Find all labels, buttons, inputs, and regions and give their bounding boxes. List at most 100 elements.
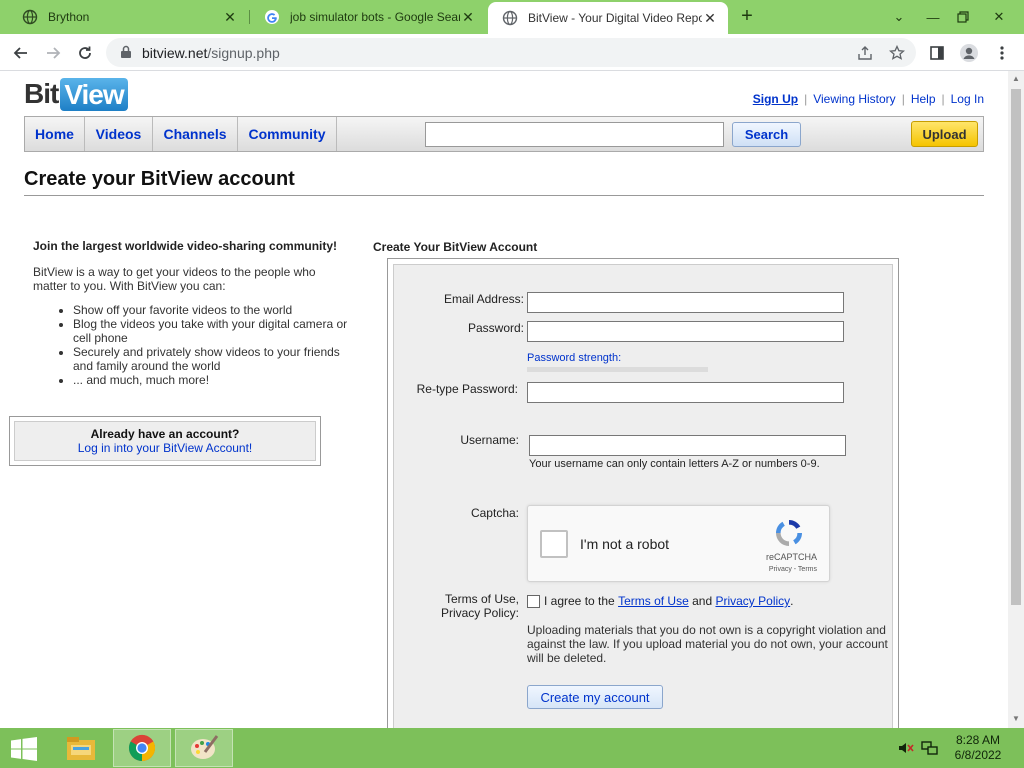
page-viewport: Bit View Sign Up | Viewing History | Help… [0, 71, 1008, 728]
agree-period: . [790, 594, 794, 608]
signup-form-panel: Email Address: Password: Password streng… [393, 264, 893, 728]
upload-button[interactable]: Upload [911, 121, 978, 147]
clock-date: 6/8/2022 [954, 748, 1002, 762]
close-tab-icon[interactable]: ✕ [460, 9, 476, 26]
password-strength-label: Password strength: [527, 352, 622, 364]
recaptcha-text: I'm not a robot [580, 536, 670, 552]
list-item: ... and much, much more! [73, 373, 348, 387]
email-label: Email Address: [443, 292, 524, 306]
browser-toolbar: bitview.net/signup.php [0, 34, 1024, 71]
close-tab-icon[interactable]: ✕ [222, 9, 238, 26]
terms-of-use-link[interactable]: Terms of Use [618, 594, 689, 608]
bookmark-star-icon[interactable] [888, 44, 906, 62]
reload-button[interactable] [73, 41, 97, 65]
address-bar[interactable]: bitview.net/signup.php [106, 38, 916, 67]
system-clock[interactable]: 8:28 AM 6/8/2022 [948, 733, 1008, 763]
nav-channels[interactable]: Channels [153, 117, 238, 151]
nav-community[interactable]: Community [238, 117, 337, 151]
globe-icon [502, 10, 518, 26]
account-links: Sign Up | Viewing History | Help | Log I… [753, 92, 984, 106]
login-account-link[interactable]: Log in into your BitView Account! [78, 441, 253, 455]
existing-account-box: Already have an account? Log in into you… [9, 416, 321, 466]
username-hint: Your username can only contain letters A… [529, 458, 820, 470]
nav-home[interactable]: Home [25, 117, 85, 151]
tab-search-icon[interactable]: ⌄ [886, 0, 912, 34]
tab-title: Brython [48, 10, 90, 24]
terms-label: Terms of Use, Privacy Policy: [394, 592, 519, 620]
create-account-button[interactable]: Create my account [527, 685, 663, 709]
scrollbar-thumb[interactable] [1011, 89, 1021, 605]
feature-list: Show off your favorite videos to the wor… [73, 303, 348, 387]
side-panel-icon[interactable] [926, 42, 948, 64]
password-label: Password: [467, 321, 524, 335]
intro-text: BitView is a way to get your videos to t… [33, 265, 316, 293]
viewing-history-link[interactable]: Viewing History [813, 92, 895, 106]
search-button[interactable]: Search [732, 122, 801, 147]
new-tab-button[interactable]: + [736, 6, 758, 28]
logo-text-bit: Bit [24, 78, 59, 109]
signup-form: Email Address: Password: Password streng… [387, 258, 899, 728]
search-input[interactable] [425, 122, 724, 147]
privacy-policy-link[interactable]: Privacy Policy [715, 594, 790, 608]
menu-kebab-icon[interactable] [991, 42, 1013, 64]
sign-up-link[interactable]: Sign Up [753, 92, 798, 106]
lock-icon[interactable] [120, 45, 132, 62]
title-divider [24, 195, 984, 196]
windows-start-icon[interactable] [10, 737, 38, 761]
restore-icon[interactable] [950, 0, 976, 34]
log-in-link[interactable]: Log In [951, 92, 984, 106]
username-field[interactable] [529, 435, 846, 456]
agree-row: I agree to the Terms of Use and Privacy … [527, 594, 794, 608]
volume-muted-icon[interactable] [897, 740, 915, 756]
page-title: Create your BitView account [24, 168, 295, 190]
url-text: bitview.net/signup.php [142, 45, 280, 61]
scroll-up-icon[interactable]: ▲ [1012, 74, 1020, 83]
share-icon[interactable] [856, 44, 874, 62]
forward-button[interactable] [41, 41, 65, 65]
tab-title: job simulator bots - Google Search [290, 10, 460, 24]
close-window-icon[interactable]: ✕ [984, 0, 1014, 34]
main-nav-bar: Home Videos Channels Community Search Up… [24, 116, 984, 152]
copyright-warning: Uploading materials that you do not own … [527, 623, 888, 665]
link-divider: | [901, 92, 905, 106]
existing-account-question: Already have an account? [90, 427, 240, 441]
minimize-icon[interactable]: — [920, 0, 946, 34]
tab-google-search[interactable]: job simulator bots - Google Search ✕ [250, 0, 486, 34]
file-explorer-icon[interactable] [52, 729, 110, 767]
logo-text-view: View [60, 77, 128, 111]
page-scrollbar[interactable]: ▲ ▼ [1008, 71, 1024, 728]
scroll-down-icon[interactable]: ▼ [1012, 714, 1020, 723]
browser-tab-strip: Brython ✕ job simulator bots - Google Se… [0, 0, 1024, 34]
retype-password-field[interactable] [527, 382, 844, 403]
agree-text: I agree to the [544, 594, 615, 608]
profile-avatar-icon[interactable] [958, 42, 980, 64]
link-divider: | [804, 92, 808, 106]
nav-videos[interactable]: Videos [85, 117, 153, 151]
network-icon[interactable] [921, 740, 939, 756]
terms-label-line2: Privacy Policy: [440, 606, 519, 620]
clock-time: 8:28 AM [955, 733, 1001, 747]
back-button[interactable] [9, 41, 33, 65]
close-tab-icon[interactable]: ✕ [702, 10, 718, 27]
recaptcha-checkbox[interactable] [540, 530, 568, 558]
tab-brython[interactable]: Brython ✕ [8, 0, 248, 34]
google-icon [264, 9, 280, 25]
windows-taskbar: 8:28 AM 6/8/2022 [0, 728, 1024, 768]
recaptcha-brand: reCAPTCHA [765, 552, 817, 562]
help-link[interactable]: Help [911, 92, 936, 106]
link-divider: | [941, 92, 945, 106]
email-field[interactable] [527, 292, 844, 313]
existing-account-inner: Already have an account? Log in into you… [14, 421, 316, 461]
agree-checkbox[interactable] [527, 594, 540, 608]
chrome-taskbar-icon[interactable] [113, 729, 171, 767]
recaptcha-privacy-terms[interactable]: Privacy - Terms [769, 566, 817, 573]
username-label: Username: [460, 433, 519, 447]
password-field[interactable] [527, 321, 844, 342]
intro-heading: Join the largest worldwide video-sharing… [33, 239, 338, 253]
globe-icon [22, 9, 38, 25]
bitview-logo[interactable]: Bit View [24, 77, 128, 111]
tab-bitview[interactable]: BitView - Your Digital Video Repository … [488, 2, 728, 34]
paint-taskbar-icon[interactable] [175, 729, 233, 767]
terms-label-line1: Terms of Use, [444, 592, 519, 606]
intro-column: Join the largest worldwide video-sharing… [33, 239, 353, 387]
